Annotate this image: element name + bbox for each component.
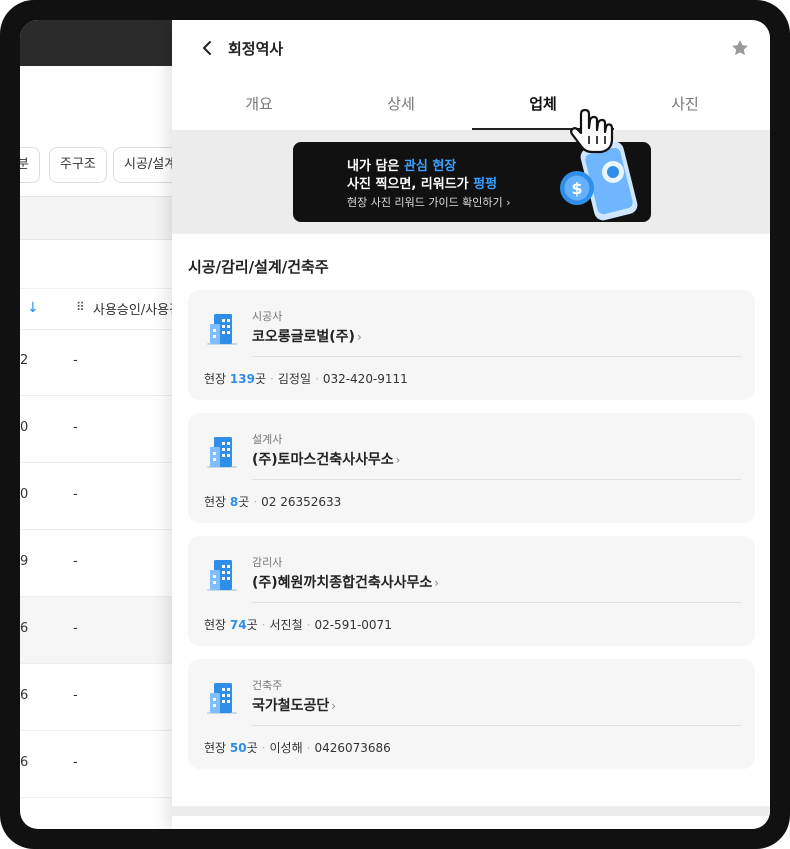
- company-meta: 현장 74곳 · 서진철 · 02-591-0071: [204, 616, 392, 633]
- banner-area: 내가 담은 관심 현장 사진 찍으면, 리워드가 펑펑 현장 사진 리워드 가이…: [172, 130, 770, 234]
- company-meta: 현장 8곳 · 02 26352633: [204, 493, 341, 510]
- site-label: 현장: [204, 495, 227, 509]
- site-count: 50: [229, 741, 247, 755]
- row-value: -: [73, 688, 78, 703]
- arrow-down-icon[interactable]: ↓: [27, 300, 39, 316]
- divider: [252, 602, 741, 603]
- banner-highlight: 펑펑: [473, 177, 498, 192]
- company-name: (주)혜원까치종합건축사사무소: [252, 575, 433, 591]
- company-role: 시공사: [252, 310, 283, 323]
- company-card: 건축주 국가철도공단 › 현장 50곳 · 이성해 · 0426073686: [188, 659, 755, 769]
- company-name-link[interactable]: 코오롱글로벌(주) ›: [252, 326, 362, 346]
- chevron-right-icon: ›: [434, 576, 440, 590]
- separator-dot: ·: [314, 372, 319, 386]
- hand-pointer-icon: [570, 108, 614, 154]
- site-unit: 곳: [238, 495, 250, 509]
- building-icon: [207, 314, 237, 345]
- separator-dot: ·: [306, 618, 311, 632]
- divider: [252, 479, 741, 480]
- company-role: 건축주: [252, 679, 283, 692]
- separator-dot: ·: [306, 741, 311, 755]
- banner-text: 내가 담은: [347, 159, 404, 174]
- banner-highlight: 관심 현장: [403, 159, 457, 174]
- row-number: 6: [20, 755, 29, 770]
- building-icon: [207, 683, 237, 714]
- divider: [252, 725, 741, 726]
- filter-chip[interactable]: 주구조: [49, 147, 107, 183]
- row-number: 0: [20, 420, 29, 435]
- contact-name: 서진철: [269, 618, 303, 632]
- chevron-right-icon: ›: [356, 330, 362, 344]
- chevron-right-icon: ›: [395, 453, 401, 467]
- building-icon: [207, 437, 237, 468]
- row-number: 2: [20, 353, 29, 368]
- phone-number[interactable]: 02 26352633: [261, 495, 341, 509]
- company-card: 감리사 (주)혜원까치종합건축사사무소 › 현장 74곳 · 서진철 · 02-591-0…: [188, 536, 755, 646]
- tab-photos[interactable]: 사진: [614, 82, 756, 130]
- building-icon: [207, 560, 237, 591]
- contact-name: 김정일: [277, 372, 311, 386]
- phone-number[interactable]: 032-420-9111: [323, 372, 408, 386]
- company-name: (주)토마스건축사사무소: [252, 452, 394, 468]
- company-name-link[interactable]: 국가철도공단 ›: [252, 695, 336, 715]
- company-meta: 현장 139곳 · 김정일 · 032-420-9111: [204, 370, 408, 387]
- row-number: 9: [20, 554, 29, 569]
- banner-text: 사진 찍으면, 리워드가: [347, 177, 474, 192]
- company-meta: 현장 50곳 · 이성해 · 0426073686: [204, 739, 391, 756]
- chevron-right-icon: ›: [331, 699, 337, 713]
- site-unit: 곳: [246, 618, 258, 632]
- back-icon[interactable]: [198, 38, 218, 58]
- tab-bar: 개요 상세 업체 사진: [172, 82, 770, 131]
- company-name-link[interactable]: (주)토마스건축사사무소 ›: [252, 449, 400, 469]
- separator-dot: ·: [261, 618, 266, 632]
- drag-handle-icon[interactable]: ⠿: [76, 300, 85, 314]
- separator-dot: ·: [270, 372, 274, 386]
- site-count: 74: [229, 618, 247, 632]
- filter-chip[interactable]: 분: [20, 147, 40, 183]
- section-title: 시공/감리/설계/건축주: [188, 258, 329, 276]
- panel-title: 회정역사: [228, 40, 284, 58]
- detail-panel: 회정역사 개요 상세 업체 사진 내가 담은 관심 현장 사진 찍으면, 리워드…: [172, 20, 770, 829]
- row-value: -: [73, 755, 78, 770]
- row-value: -: [73, 353, 78, 368]
- row-number: 6: [20, 621, 29, 636]
- row-value: -: [73, 420, 78, 435]
- company-role: 설계사: [252, 433, 283, 446]
- banner-headline-2: 사진 찍으면, 리워드가 펑펑: [347, 173, 497, 192]
- divider: [252, 356, 741, 357]
- company-card: 시공사 코오롱글로벌(주) › 현장 139곳 · 김정일 · 032-420-9111: [188, 290, 755, 400]
- company-name-link[interactable]: (주)혜원까치종합건축사사무소 ›: [252, 572, 439, 592]
- site-unit: 곳: [246, 741, 258, 755]
- banner-headline-1: 내가 담은 관심 현장: [347, 155, 456, 174]
- site-label: 현장: [204, 741, 227, 755]
- row-value: -: [73, 554, 78, 569]
- row-value: -: [73, 487, 78, 502]
- company-name: 국가철도공단: [252, 698, 330, 714]
- tab-overview[interactable]: 개요: [188, 82, 330, 130]
- site-count: 139: [229, 372, 255, 386]
- row-number: 0: [20, 487, 29, 502]
- row-number: 6: [20, 688, 29, 703]
- company-card: 설계사 (주)토마스건축사사무소 › 현장 8곳 · 02 26352633: [188, 413, 755, 523]
- panel-header: 회정역사: [172, 20, 770, 80]
- separator-dot: ·: [253, 495, 258, 509]
- banner-cta[interactable]: 현장 사진 리워드 가이드 확인하기 ›: [347, 194, 511, 210]
- screen: 분 주구조 시공/설계 ↓ ⠿ 사용승인/사용검사일 2 - 0 - 0 - 9…: [20, 20, 770, 829]
- company-role: 감리사: [252, 556, 283, 569]
- separator-dot: ·: [261, 741, 266, 755]
- phone-number[interactable]: 0426073686: [314, 741, 390, 755]
- contact-name: 이성해: [269, 741, 303, 755]
- site-unit: 곳: [254, 372, 267, 386]
- site-label: 현장: [204, 618, 227, 632]
- svg-text:$: $: [571, 179, 582, 198]
- tab-details[interactable]: 상세: [330, 82, 472, 130]
- bottom-band: [172, 806, 770, 816]
- phone-number[interactable]: 02-591-0071: [314, 618, 391, 632]
- device-frame: 분 주구조 시공/설계 ↓ ⠿ 사용승인/사용검사일 2 - 0 - 0 - 9…: [0, 0, 790, 849]
- star-icon[interactable]: [730, 38, 750, 58]
- company-name: 코오롱글로벌(주): [252, 329, 355, 345]
- site-label: 현장: [204, 372, 227, 386]
- row-value: -: [73, 621, 78, 636]
